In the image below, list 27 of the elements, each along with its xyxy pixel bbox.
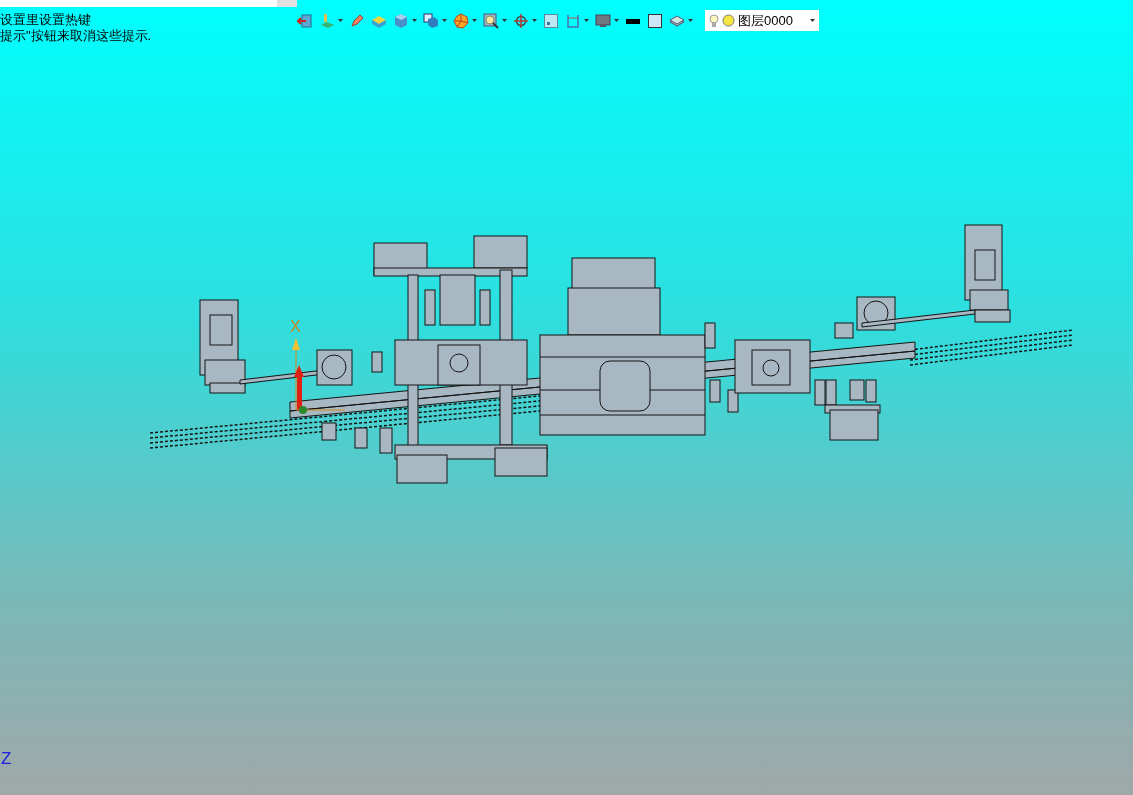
caret-icon[interactable]: [584, 19, 589, 22]
layer-name: 图层0000: [738, 11, 794, 30]
z-axis-label: Z: [1, 747, 12, 770]
circle-icon: [722, 14, 735, 27]
caret-icon[interactable]: [810, 19, 815, 22]
layer-dropdown[interactable]: 图层0000: [705, 10, 819, 31]
monitor-icon[interactable]: [595, 12, 611, 29]
caret-icon[interactable]: [502, 19, 507, 22]
caret-icon[interactable]: [614, 19, 619, 22]
pencil-icon[interactable]: [349, 12, 365, 29]
caret-icon[interactable]: [472, 19, 477, 22]
zoom-icon[interactable]: [483, 12, 499, 29]
shaded-ball-icon[interactable]: [453, 12, 469, 29]
caret-icon[interactable]: [688, 19, 693, 22]
frame-icon[interactable]: [543, 12, 559, 29]
caret-icon[interactable]: [532, 19, 537, 22]
caret-icon[interactable]: [442, 19, 447, 22]
hint-text: 提示"按钮来取消这些提示.: [0, 28, 153, 44]
hint-text: 设置里设置热键: [0, 12, 92, 28]
caret-icon[interactable]: [412, 19, 417, 22]
caret-icon[interactable]: [338, 19, 343, 22]
cube-icon[interactable]: [423, 12, 439, 29]
fill-color-icon[interactable]: [647, 12, 663, 29]
crosshair-icon[interactable]: [513, 12, 529, 29]
lightbulb-icon: [709, 13, 719, 28]
x-axis-label: X: [290, 317, 301, 337]
exit-icon[interactable]: [297, 12, 313, 29]
